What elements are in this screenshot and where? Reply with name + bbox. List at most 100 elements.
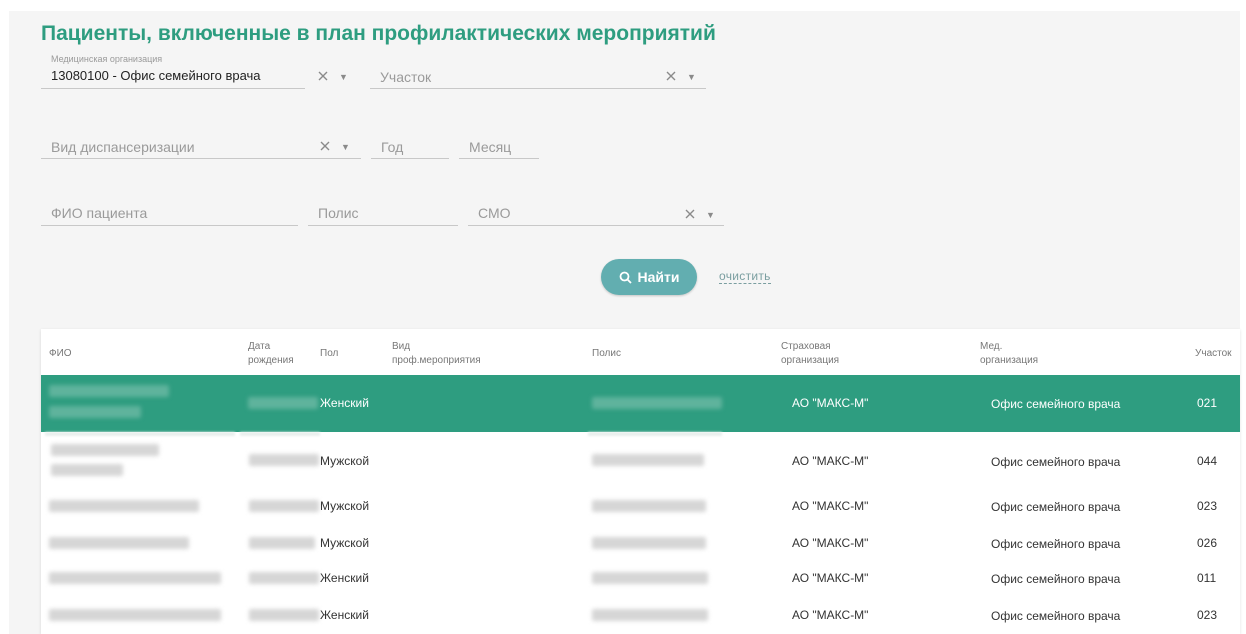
table-row[interactable]: Мужской АО "МАКС-М" Офис семейного врача… bbox=[41, 432, 1240, 488]
field-underline bbox=[370, 88, 706, 89]
fio-placeholder: ФИО пациента bbox=[51, 205, 148, 221]
field-underline bbox=[41, 158, 361, 159]
redacted-polis bbox=[592, 537, 706, 549]
cell-insurer: АО "МАКС-М" bbox=[792, 396, 869, 410]
close-icon[interactable] bbox=[319, 140, 333, 154]
field-underline bbox=[308, 225, 458, 226]
col-fio[interactable]: ФИО bbox=[49, 347, 72, 361]
col-vid[interactable]: Вид проф.мероприятия bbox=[392, 340, 481, 368]
redacted-polis bbox=[592, 500, 706, 512]
redacted-fio bbox=[51, 444, 159, 456]
table-row[interactable]: Мужской АО "МАКС-М" Офис семейного врача… bbox=[41, 525, 1240, 560]
cell-uch: 026 bbox=[1197, 536, 1218, 550]
cell-uch: 011 bbox=[1197, 571, 1217, 585]
uchastok-select[interactable]: Участок ▼ bbox=[370, 54, 706, 90]
redacted-dob bbox=[249, 572, 319, 584]
patients-table: ФИО Дата рождения Пол Вид проф.мероприятия… bbox=[41, 329, 1240, 634]
smo-controls: ▼ bbox=[684, 208, 715, 223]
search-icon bbox=[619, 271, 632, 284]
clear-link[interactable]: очистить bbox=[719, 270, 771, 284]
uchastok-controls: ▼ bbox=[665, 70, 696, 85]
redacted-dob bbox=[249, 454, 319, 466]
find-button[interactable]: Найти bbox=[601, 259, 697, 295]
chevron-down-icon[interactable]: ▼ bbox=[341, 140, 350, 154]
vid-disp-controls: ▼ bbox=[319, 140, 350, 155]
med-org-controls: ▼ bbox=[317, 70, 348, 85]
cell-medorg: Офис семейного врача bbox=[991, 609, 1121, 623]
polis-placeholder: Полис bbox=[318, 205, 359, 221]
redacted-dob bbox=[248, 397, 318, 409]
med-org-label: Медицинская организация bbox=[51, 54, 163, 64]
redacted-fio bbox=[49, 537, 189, 549]
redacted-fio bbox=[49, 500, 199, 512]
redacted-fio bbox=[49, 385, 169, 397]
field-underline bbox=[371, 158, 449, 159]
chevron-down-icon[interactable]: ▼ bbox=[339, 70, 348, 84]
year-input[interactable]: Год bbox=[371, 124, 449, 160]
vid-disp-select[interactable]: Вид диспансеризации ▼ bbox=[41, 124, 361, 160]
cell-sex: Мужской bbox=[320, 499, 370, 513]
close-icon[interactable] bbox=[665, 70, 679, 84]
cell-insurer: АО "МАКС-М" bbox=[792, 608, 869, 622]
chevron-down-icon[interactable]: ▼ bbox=[706, 208, 715, 222]
smo-placeholder: СМО bbox=[478, 205, 511, 221]
find-button-label: Найти bbox=[637, 269, 680, 285]
col-insurer[interactable]: Страховая организация bbox=[781, 340, 839, 368]
col-dob[interactable]: Дата рождения bbox=[248, 340, 294, 368]
col-polis[interactable]: Полис bbox=[592, 347, 621, 361]
table-row[interactable]: Мужской АО "МАКС-М" Офис семейного врача… bbox=[41, 488, 1240, 524]
col-sex[interactable]: Пол bbox=[320, 347, 338, 361]
table-row[interactable]: Женский АО "МАКС-М" Офис семейного врача… bbox=[41, 597, 1240, 634]
cell-sex: Мужской bbox=[320, 454, 370, 468]
field-underline bbox=[459, 158, 539, 159]
table-row[interactable]: Женский АО "МАКС-М" Офис семейного врача… bbox=[41, 560, 1240, 596]
table-header: ФИО Дата рождения Пол Вид проф.мероприятия… bbox=[41, 329, 1240, 375]
cell-medorg: Офис семейного врача bbox=[991, 397, 1121, 411]
table-row[interactable]: Женский АО "МАКС-М" Офис семейного врача… bbox=[41, 375, 1240, 432]
redacted-polis bbox=[592, 609, 708, 621]
cell-sex: Женский bbox=[320, 608, 369, 622]
close-icon[interactable] bbox=[684, 208, 698, 222]
cell-medorg: Офис семейного врача bbox=[991, 500, 1121, 514]
redacted-fio bbox=[51, 464, 123, 476]
cell-insurer: АО "МАКС-М" bbox=[792, 571, 869, 585]
field-underline bbox=[41, 88, 305, 89]
cell-sex: Женский bbox=[320, 571, 369, 585]
smo-select[interactable]: СМО ▼ bbox=[468, 191, 724, 227]
polis-input[interactable]: Полис bbox=[308, 191, 458, 227]
cell-medorg: Офис семейного врача bbox=[991, 455, 1121, 469]
cell-insurer: АО "МАКС-М" bbox=[792, 499, 869, 513]
vid-disp-placeholder: Вид диспансеризации bbox=[51, 139, 195, 155]
cell-uch: 023 bbox=[1197, 608, 1218, 622]
cell-medorg: Офис семейного врача bbox=[991, 537, 1121, 551]
cell-uch: 021 bbox=[1197, 396, 1218, 410]
cell-uch: 023 bbox=[1197, 499, 1218, 513]
close-icon[interactable] bbox=[317, 70, 331, 84]
redacted-dob bbox=[249, 537, 315, 549]
redacted-polis bbox=[592, 572, 708, 584]
redacted-polis bbox=[592, 454, 704, 466]
col-medorg[interactable]: Мед. организация bbox=[980, 340, 1038, 368]
cell-sex: Мужской bbox=[320, 536, 370, 550]
page-title: Пациенты, включенные в план профилактиче… bbox=[41, 22, 716, 45]
year-placeholder: Год bbox=[381, 139, 404, 155]
cell-insurer: АО "МАКС-М" bbox=[792, 536, 869, 550]
month-input[interactable]: Месяц bbox=[459, 124, 539, 160]
redacted-fio bbox=[49, 572, 221, 584]
cell-sex: Женский bbox=[320, 396, 369, 410]
redacted-polis bbox=[592, 397, 722, 409]
col-uch[interactable]: Участок bbox=[1195, 347, 1232, 361]
field-underline bbox=[41, 225, 298, 226]
cell-uch: 044 bbox=[1197, 454, 1218, 468]
redacted-dob bbox=[249, 500, 319, 512]
fio-input[interactable]: ФИО пациента bbox=[41, 191, 298, 227]
chevron-down-icon[interactable]: ▼ bbox=[687, 70, 696, 84]
field-underline bbox=[468, 225, 724, 226]
med-org-value: 13080100 - Офис семейного врача bbox=[51, 68, 261, 83]
cell-insurer: АО "МАКС-М" bbox=[792, 454, 869, 468]
redacted-fio bbox=[49, 609, 221, 621]
redacted-fio bbox=[49, 406, 141, 418]
med-org-select[interactable]: Медицинская организация 13080100 - Офис … bbox=[41, 54, 361, 90]
uchastok-placeholder: Участок bbox=[380, 69, 432, 85]
cell-medorg: Офис семейного врача bbox=[991, 572, 1121, 586]
